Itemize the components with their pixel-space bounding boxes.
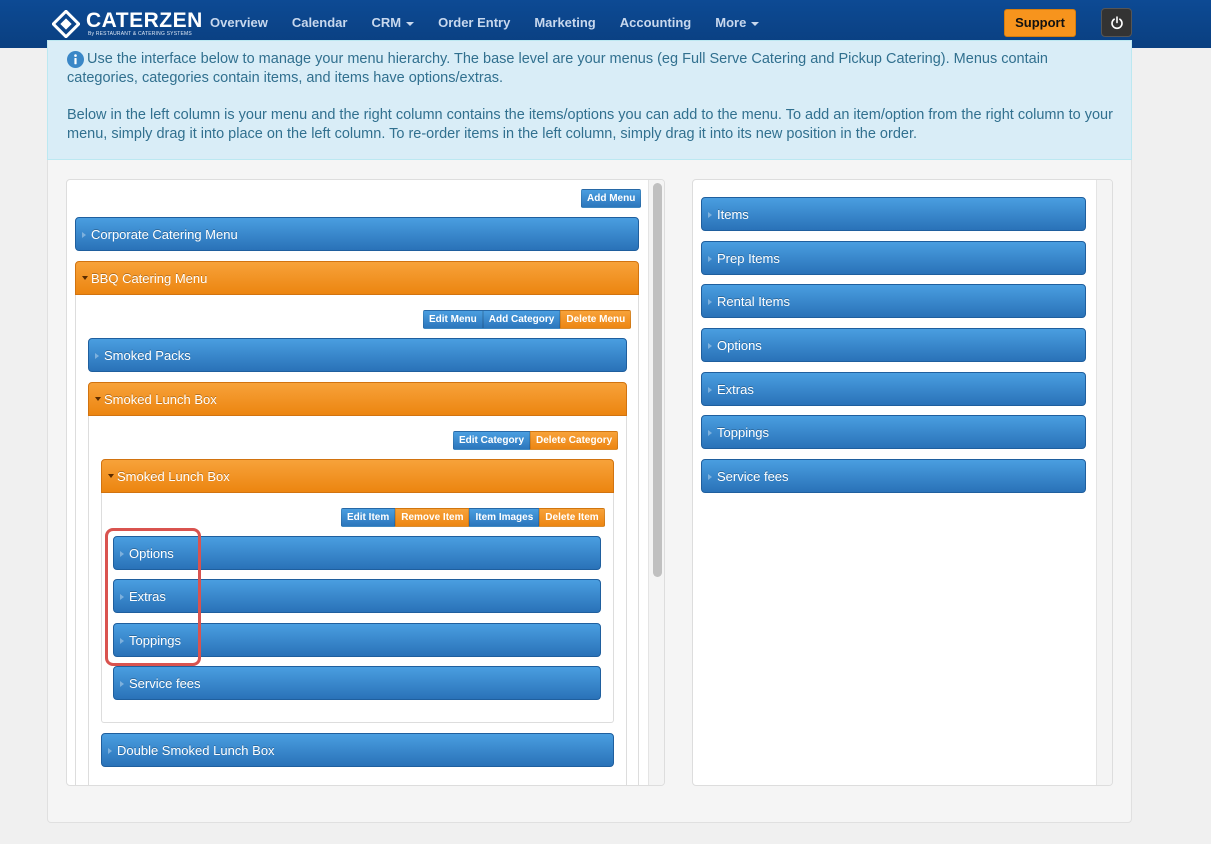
group-label: Service fees (129, 676, 201, 691)
source-label: Items (717, 207, 749, 222)
source-label: Rental Items (717, 294, 790, 309)
source-rental-items[interactable]: Rental Items (701, 284, 1086, 318)
caret-right-icon (120, 681, 124, 687)
caret-right-icon (708, 387, 712, 393)
menu-bbq-catering[interactable]: BBQ Catering Menu (75, 261, 639, 295)
caret-right-icon (108, 748, 112, 754)
menu-actions: Edit Menu Add Category Delete Menu (423, 310, 632, 329)
support-button[interactable]: Support (1004, 9, 1076, 37)
category-actions: Edit Category Delete Category (453, 431, 619, 450)
add-menu-button[interactable]: Add Menu (581, 189, 642, 208)
scrollbar[interactable] (1096, 180, 1112, 785)
brand-logo[interactable]: CATERZEN By RESTAURANT & CATERING SYSTEM… (52, 9, 202, 39)
caret-right-icon (82, 232, 86, 238)
menu-label: BBQ Catering Menu (91, 271, 208, 286)
caret-down-icon (82, 276, 88, 280)
info-alert: Use the interface below to manage your m… (47, 40, 1132, 160)
caret-right-icon (708, 474, 712, 480)
logout-button[interactable] (1101, 8, 1132, 37)
source-toppings[interactable]: Toppings (701, 415, 1086, 449)
chevron-down-icon (751, 21, 760, 26)
scrollbar-thumb[interactable] (653, 183, 662, 577)
caret-right-icon (708, 212, 712, 218)
delete-category-button[interactable]: Delete Category (530, 431, 619, 450)
source-service-fees[interactable]: Service fees (701, 459, 1086, 493)
delete-item-button[interactable]: Delete Item (539, 508, 605, 527)
caret-right-icon (708, 343, 712, 349)
power-icon (1111, 16, 1123, 30)
brand-subtitle: By RESTAURANT & CATERING SYSTEMS (88, 31, 192, 37)
caret-right-icon (708, 299, 712, 305)
caret-right-icon (120, 638, 124, 644)
item-group-extras[interactable]: Extras (113, 579, 601, 613)
item-label: Smoked Lunch Box (117, 469, 230, 484)
caret-right-icon (120, 551, 124, 557)
info-paragraph-1: Use the interface below to manage your m… (67, 51, 1048, 86)
source-label: Extras (717, 382, 754, 397)
category-label: Smoked Packs (104, 348, 191, 363)
nav-more-label: More (715, 15, 747, 30)
add-category-button[interactable]: Add Category (482, 310, 561, 329)
scrollbar[interactable] (648, 180, 664, 785)
edit-menu-button[interactable]: Edit Menu (423, 310, 483, 329)
source-label: Prep Items (717, 251, 780, 266)
logo-diamond-icon (52, 10, 80, 38)
caret-right-icon (708, 256, 712, 262)
category-smoked-lunch-box[interactable]: Smoked Lunch Box (88, 382, 627, 416)
item-group-service-fees[interactable]: Service fees (113, 666, 601, 700)
nav-crm-label: CRM (371, 15, 402, 30)
remove-item-button[interactable]: Remove Item (395, 508, 470, 527)
delete-menu-button[interactable]: Delete Menu (560, 310, 632, 329)
caret-down-icon (108, 474, 114, 478)
source-prep-items[interactable]: Prep Items (701, 241, 1086, 275)
caret-right-icon (95, 353, 99, 359)
group-label: Toppings (129, 633, 182, 648)
category-label: Smoked Lunch Box (104, 392, 217, 407)
group-label: Extras (129, 589, 166, 604)
menu-corporate-catering[interactable]: Corporate Catering Menu (75, 217, 639, 251)
caret-right-icon (120, 594, 124, 600)
info-paragraph-2: Below in the left column is your menu an… (67, 107, 1113, 142)
caret-right-icon (708, 430, 712, 436)
chevron-down-icon (406, 21, 415, 26)
brand-name: CATERZEN (86, 9, 203, 32)
source-extras[interactable]: Extras (701, 372, 1086, 406)
item-double-smoked-lunch-box[interactable]: Double Smoked Lunch Box (101, 733, 614, 767)
edit-item-button[interactable]: Edit Item (341, 508, 396, 527)
source-label: Service fees (717, 469, 789, 484)
item-images-button[interactable]: Item Images (469, 508, 540, 527)
source-label: Toppings (717, 425, 770, 440)
item-smoked-lunch-box[interactable]: Smoked Lunch Box (101, 459, 614, 493)
source-items[interactable]: Items (701, 197, 1086, 231)
item-actions: Edit Item Remove Item Item Images Delete… (341, 508, 605, 527)
menu-label: Corporate Catering Menu (91, 227, 238, 242)
caret-down-icon (95, 397, 101, 401)
item-group-options[interactable]: Options (113, 536, 601, 570)
source-options[interactable]: Options (701, 328, 1086, 362)
category-smoked-packs[interactable]: Smoked Packs (88, 338, 627, 372)
edit-category-button[interactable]: Edit Category (453, 431, 531, 450)
group-label: Options (129, 546, 174, 561)
item-label: Double Smoked Lunch Box (117, 743, 275, 758)
source-label: Options (717, 338, 762, 353)
item-group-toppings[interactable]: Toppings (113, 623, 601, 657)
